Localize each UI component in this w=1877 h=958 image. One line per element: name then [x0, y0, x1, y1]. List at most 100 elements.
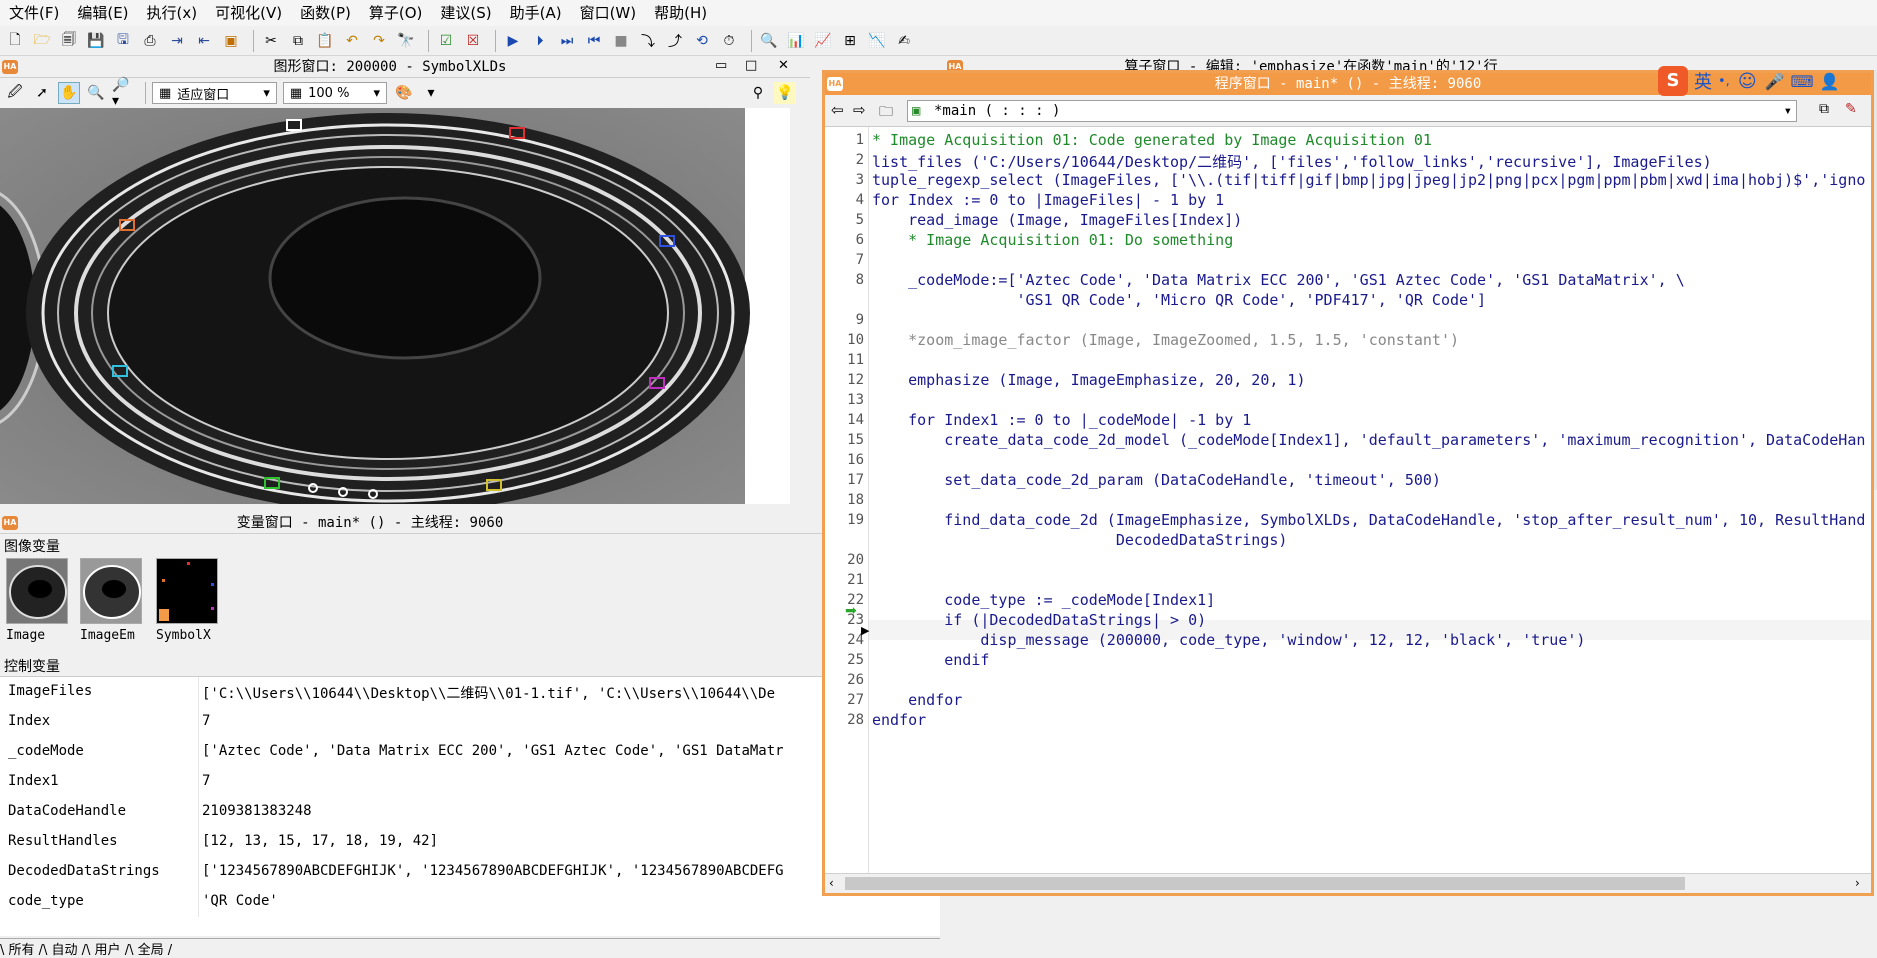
table-row[interactable]: code_type 'QR Code' — [0, 887, 940, 917]
table-row[interactable]: ResultHandles [12, 13, 15, 17, 18, 19, 42… — [0, 827, 940, 857]
step-out-icon[interactable]: ⤴ — [664, 30, 686, 52]
punctuation-icon[interactable]: •, — [1718, 74, 1730, 89]
menu-item[interactable]: 助手(A) — [501, 0, 571, 26]
step-back-icon[interactable]: ⏮ — [583, 30, 605, 52]
save-icon[interactable]: 💾 — [85, 30, 107, 52]
code-line[interactable]: emphasize (Image, ImageEmphasize, 20, 20… — [872, 371, 1305, 389]
menu-item[interactable]: 可视化(V) — [206, 0, 291, 26]
window-settings-icon[interactable]: 🖉 — [4, 82, 26, 104]
ocr-icon[interactable]: ✍ — [893, 30, 915, 52]
menu-item[interactable]: 建议(S) — [431, 0, 500, 26]
acquisition-icon[interactable]: ▣ — [220, 30, 242, 52]
code-line[interactable]: *zoom_image_factor (Image, ImageZoomed, … — [872, 331, 1459, 349]
code-line[interactable]: create_data_code_2d_model (_codeMode[Ind… — [872, 431, 1865, 449]
code-line[interactable]: endif — [872, 651, 989, 669]
activate-icon[interactable]: ☑ — [435, 30, 457, 52]
procedure-select[interactable]: ▣ *main ( : : : ) ▾ — [907, 100, 1797, 122]
image-variable-thumb[interactable]: ImageEm — [80, 558, 144, 648]
emoji-icon[interactable]: ☺ — [1738, 71, 1757, 92]
graphics-canvas[interactable] — [0, 108, 790, 504]
zoom-icon[interactable]: 🔍 — [85, 82, 107, 104]
zoom-fit-select[interactable]: ▦ 适应窗口 ▾ — [152, 82, 277, 104]
find-icon[interactable]: 🔭 — [395, 30, 417, 52]
reset-icon[interactable]: ⟲ — [691, 30, 713, 52]
zoom-dropdown-icon[interactable]: 🔎▾ — [112, 77, 134, 109]
export-icon[interactable]: ⇤ — [193, 30, 215, 52]
graphics-scrollbar[interactable] — [790, 108, 810, 504]
user-icon[interactable]: 👤 — [1820, 72, 1840, 91]
back-arrow-icon[interactable]: ⇦ — [831, 101, 844, 119]
code-line[interactable]: disp_message (200000, code_type, 'window… — [872, 631, 1585, 649]
scroll-left-icon[interactable]: ‹ — [829, 876, 834, 890]
scroll-right-icon[interactable]: › — [1855, 876, 1860, 890]
timer-icon[interactable]: ⏱ — [718, 30, 740, 52]
menu-item[interactable]: 文件(F) — [0, 0, 68, 26]
code-line[interactable]: endfor — [872, 691, 962, 709]
step-over-icon[interactable]: ⏭ — [556, 30, 578, 52]
code-line[interactable]: endfor — [872, 711, 926, 729]
pin-icon[interactable]: ⚲ — [747, 82, 769, 104]
print-icon[interactable]: ⎙ — [139, 30, 161, 52]
code-line[interactable]: set_data_code_2d_param (DataCodeHandle, … — [872, 471, 1441, 489]
code-line[interactable]: _codeMode:=['Aztec Code', 'Data Matrix E… — [872, 271, 1685, 289]
menu-item[interactable]: 编辑(E) — [68, 0, 137, 26]
pointer-icon[interactable]: ➚ — [31, 82, 53, 104]
run-to-cursor-icon[interactable]: ⏵ — [529, 30, 551, 52]
close-icon[interactable]: ✕ — [778, 58, 789, 73]
line-profile-icon[interactable]: 📈 — [812, 30, 834, 52]
procedure-edit-icon[interactable]: ✎ — [1845, 101, 1857, 117]
image-variable-thumb[interactable]: SymbolX — [156, 558, 220, 648]
code-line[interactable]: list_files ('C:/Users/10644/Desktop/二维码'… — [872, 151, 1712, 172]
keyboard-icon[interactable]: ⌨ — [1791, 72, 1814, 91]
histogram-icon[interactable]: 📊 — [785, 30, 807, 52]
import-icon[interactable]: ⇥ — [166, 30, 188, 52]
feature-icon[interactable]: 📉 — [866, 30, 888, 52]
code-line[interactable]: for Index1 := 0 to |_codeMode| -1 by 1 — [872, 411, 1251, 429]
code-line[interactable]: code_type := _codeMode[Index1] — [872, 591, 1215, 609]
lightbulb-icon[interactable]: 💡 — [773, 82, 796, 104]
table-row[interactable]: _codeMode ['Aztec Code', 'Data Matrix ECC… — [0, 737, 940, 767]
copy-icon[interactable]: ⧉ — [287, 30, 309, 52]
menu-item[interactable]: 帮助(H) — [645, 0, 716, 26]
color-icon[interactable]: 🎨 — [393, 82, 415, 104]
menu-item[interactable]: 窗口(W) — [571, 0, 646, 26]
table-row[interactable]: Index1 7 — [0, 767, 940, 797]
horizontal-scrollbar[interactable]: ‹ › — [825, 873, 1871, 893]
code-editor[interactable]: 1 2 3 4 5 6 7 8 9 10 11 12 13 14 15 16 17 18 19 20 21 22 23 24 2… — [825, 127, 1871, 873]
new-file-icon[interactable]: 🗋 — [4, 30, 26, 52]
undo-icon[interactable]: ↶ — [341, 30, 363, 52]
table-row[interactable]: DataCodeHandle 2109381383248 — [0, 797, 940, 827]
save-all-icon[interactable]: 🖫 — [112, 30, 134, 52]
deactivate-icon[interactable]: ☒ — [462, 30, 484, 52]
table-row[interactable]: ImageFiles ['C:\\Users\\10644\\Desktop\\二… — [0, 677, 940, 707]
forward-arrow-icon[interactable]: ⇨ — [853, 101, 866, 119]
scrollbar-thumb[interactable] — [845, 877, 1685, 890]
zoom-window-icon[interactable]: ⊞ — [839, 30, 861, 52]
ime-language[interactable]: 英 — [1694, 68, 1712, 94]
code-line[interactable]: for Index := 0 to |ImageFiles| - 1 by 1 — [872, 191, 1224, 209]
code-line[interactable]: * Image Acquisition 01: Do something — [872, 231, 1233, 249]
minimize-icon[interactable]: ▭ — [715, 58, 727, 73]
image-variable-thumb[interactable]: Image — [6, 558, 70, 648]
cut-icon[interactable]: ✂ — [260, 30, 282, 52]
run-icon[interactable]: ▶ — [502, 30, 524, 52]
code-line[interactable]: if (|DecodedDataStrings| > 0) — [872, 611, 1206, 629]
code-line[interactable]: tuple_regexp_select (ImageFiles, ['\\.(t… — [872, 171, 1865, 189]
code-line[interactable]: * Image Acquisition 01: Code generated b… — [872, 131, 1432, 149]
code-line[interactable]: read_image (Image, ImageFiles[Index]) — [872, 211, 1242, 229]
folder-icon[interactable]: 🗀 — [879, 101, 893, 125]
graphics-window-titlebar[interactable]: HA 图形窗口: 200000 - SymbolXLDs ▭ □ ✕ — [0, 56, 810, 78]
code-line[interactable]: DecodedDataStrings) — [872, 531, 1288, 549]
variable-window-titlebar[interactable]: HA 变量窗口 - main* () - 主线程: 9060 — [0, 512, 940, 534]
menu-item[interactable]: 算子(O) — [360, 0, 432, 26]
menu-item[interactable]: 函数(P) — [291, 0, 360, 26]
procedure-settings-icon[interactable]: ⧉ — [1819, 101, 1829, 117]
variable-window-tabs[interactable]: \ 所有 /\ 自动 /\ 用户 /\ 全局 / — [0, 938, 940, 958]
inspect-icon[interactable]: 🔍 — [758, 30, 780, 52]
code-line[interactable]: find_data_code_2d (ImageEmphasize, Symbo… — [872, 511, 1865, 529]
stop-icon[interactable]: ■ — [610, 30, 632, 52]
zoom-percent-select[interactable]: ▦ 100 % ▾ — [282, 82, 387, 104]
open-folder-icon[interactable]: 🗁 — [31, 30, 53, 52]
microphone-icon[interactable]: 🎤 — [1765, 72, 1785, 91]
pan-hand-icon[interactable]: ✋ — [58, 82, 80, 104]
